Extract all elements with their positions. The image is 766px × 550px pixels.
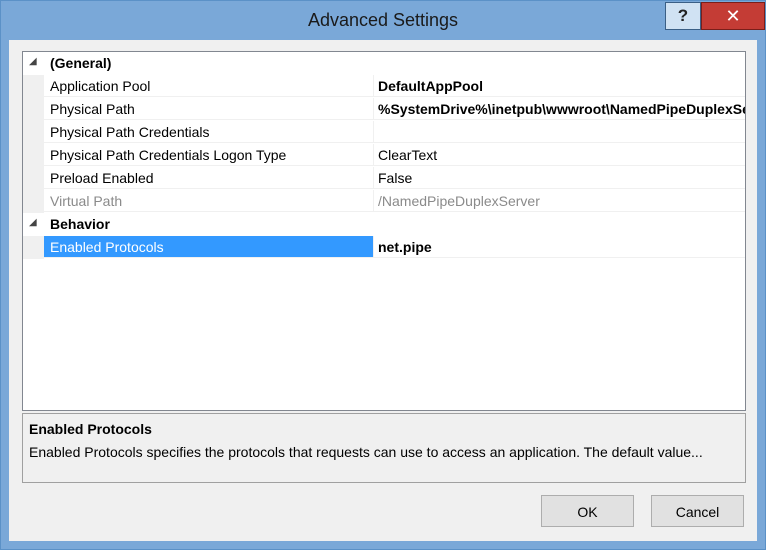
category-general[interactable]: ◢ (General)	[23, 52, 745, 75]
row-margin	[23, 190, 44, 213]
title-bar[interactable]: Advanced Settings ? ✕	[1, 1, 765, 39]
property-name: Physical Path Credentials Logon Type	[44, 144, 373, 166]
description-panel: Enabled Protocols Enabled Protocols spec…	[22, 413, 746, 483]
property-row-application-pool[interactable]: Application Pool DefaultAppPool	[23, 75, 745, 98]
ok-button[interactable]: OK	[541, 495, 634, 527]
property-value[interactable]: %SystemDrive%\inetpub\wwwroot\NamedPipeD…	[373, 98, 745, 120]
property-row-preload-enabled[interactable]: Preload Enabled False	[23, 167, 745, 190]
property-row-virtual-path[interactable]: Virtual Path /NamedPipeDuplexServer	[23, 190, 745, 213]
property-row-physical-path[interactable]: Physical Path %SystemDrive%\inetpub\wwwr…	[23, 98, 745, 121]
close-button[interactable]: ✕	[701, 2, 765, 30]
row-margin	[23, 236, 44, 259]
property-name: Preload Enabled	[44, 167, 373, 189]
property-value[interactable]: False	[373, 167, 745, 189]
property-grid: ◢ (General) Application Pool DefaultAppP…	[22, 51, 746, 411]
row-margin	[23, 121, 44, 144]
property-name: Virtual Path	[44, 190, 373, 212]
collapse-arrow-icon[interactable]: ◢	[29, 217, 37, 228]
property-name: Application Pool	[44, 75, 373, 97]
advanced-settings-dialog: Advanced Settings ? ✕ ◢ (General) Applic…	[0, 0, 766, 550]
description-title: Enabled Protocols	[29, 421, 152, 437]
property-value[interactable]: DefaultAppPool	[373, 75, 745, 97]
property-row-enabled-protocols[interactable]: Enabled Protocols net.pipe	[23, 236, 745, 259]
window-title: Advanced Settings	[307, 10, 459, 30]
cancel-button[interactable]: Cancel	[651, 495, 744, 527]
dialog-client-area: ◢ (General) Application Pool DefaultAppP…	[9, 40, 757, 541]
property-value[interactable]: net.pipe	[373, 236, 745, 258]
row-margin	[23, 144, 44, 167]
category-behavior[interactable]: ◢ Behavior	[23, 213, 745, 236]
property-name: Physical Path	[44, 98, 373, 120]
row-margin	[23, 75, 44, 98]
collapse-arrow-icon[interactable]: ◢	[29, 56, 37, 67]
help-button[interactable]: ?	[665, 2, 701, 30]
property-name: Enabled Protocols	[44, 236, 373, 258]
description-text: Enabled Protocols specifies the protocol…	[29, 444, 703, 460]
category-label: Behavior	[50, 216, 110, 232]
property-row-physical-path-credentials[interactable]: Physical Path Credentials	[23, 121, 745, 144]
category-label: (General)	[50, 55, 112, 71]
row-margin	[23, 167, 44, 190]
property-value[interactable]	[373, 121, 745, 143]
property-row-logon-type[interactable]: Physical Path Credentials Logon Type Cle…	[23, 144, 745, 167]
property-name: Physical Path Credentials	[44, 121, 373, 143]
property-value[interactable]: ClearText	[373, 144, 745, 166]
property-value: /NamedPipeDuplexServer	[373, 190, 745, 212]
row-margin	[23, 98, 44, 121]
